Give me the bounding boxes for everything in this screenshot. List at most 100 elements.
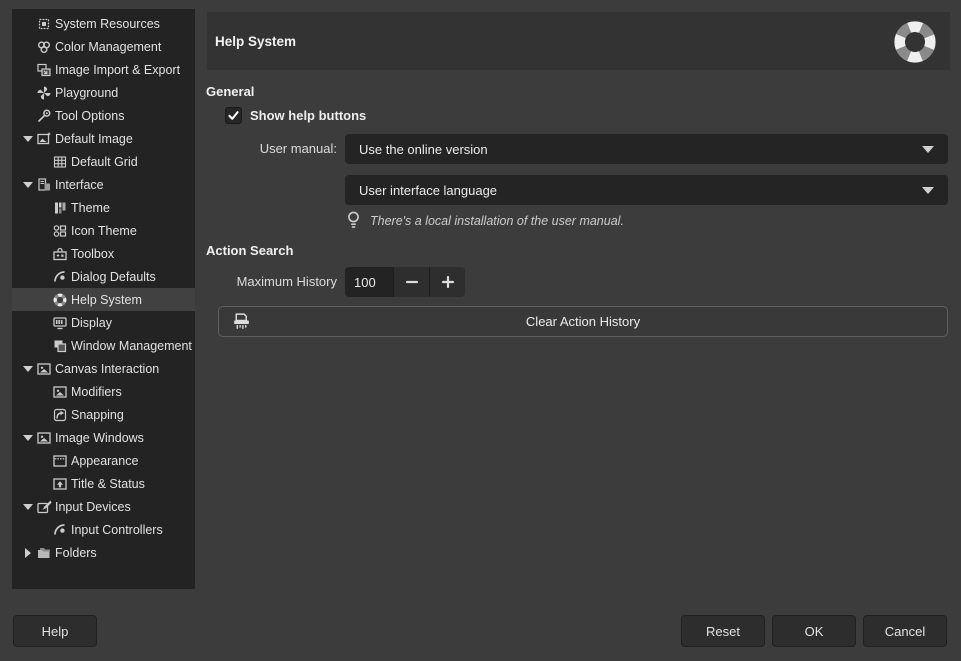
grid-icon bbox=[52, 154, 68, 170]
sidebar-item-label: Modifiers bbox=[71, 385, 122, 399]
minus-icon bbox=[405, 275, 419, 289]
increment-button[interactable] bbox=[429, 267, 465, 297]
playground-icon bbox=[36, 85, 52, 101]
sidebar-item-system-resources[interactable]: System Resources bbox=[12, 12, 195, 35]
plus-icon bbox=[441, 275, 455, 289]
default-image-icon bbox=[36, 131, 52, 147]
sidebar-item-label: Window Management bbox=[71, 339, 192, 353]
sidebar-item-label: Appearance bbox=[71, 454, 138, 468]
sidebar-item-label: Color Management bbox=[55, 40, 161, 54]
expander-open-icon[interactable] bbox=[23, 182, 33, 188]
dial-icon bbox=[52, 522, 68, 538]
expander-cell[interactable] bbox=[20, 366, 36, 372]
sidebar-item-image-windows[interactable]: Image Windows bbox=[12, 426, 195, 449]
expander-open-icon[interactable] bbox=[23, 366, 33, 372]
icon-theme-icon bbox=[52, 223, 68, 239]
sidebar-item-label: Snapping bbox=[71, 408, 124, 422]
expander-cell[interactable] bbox=[20, 435, 36, 441]
clear-action-history-label: Clear Action History bbox=[526, 314, 640, 329]
user-manual-dropdown-value: Use the online version bbox=[359, 142, 488, 157]
manual-language-dropdown-value: User interface language bbox=[359, 183, 497, 198]
title-status-icon bbox=[52, 476, 68, 492]
expander-closed-icon[interactable] bbox=[25, 548, 31, 558]
sidebar-item-modifiers[interactable]: Modifiers bbox=[12, 380, 195, 403]
sidebar-item-playground[interactable]: Playground bbox=[12, 81, 195, 104]
sidebar-item-toolbox[interactable]: Toolbox bbox=[12, 242, 195, 265]
sidebar-item-input-controllers[interactable]: Input Controllers bbox=[12, 518, 195, 541]
hint-text: There's a local installation of the user… bbox=[370, 214, 624, 228]
preferences-sidebar: System Resources Color Management Image Im… bbox=[12, 9, 195, 589]
help-button[interactable]: Help bbox=[13, 615, 97, 647]
user-manual-dropdown[interactable]: Use the online version bbox=[345, 134, 948, 164]
sidebar-item-folders[interactable]: Folders bbox=[12, 541, 195, 564]
tool-options-icon bbox=[36, 108, 52, 124]
expander-open-icon[interactable] bbox=[23, 435, 33, 441]
sidebar-item-canvas-interaction[interactable]: Canvas Interaction bbox=[12, 357, 195, 380]
expander-cell[interactable] bbox=[20, 548, 36, 558]
sidebar-item-input-devices[interactable]: Input Devices bbox=[12, 495, 195, 518]
sidebar-item-snapping[interactable]: Snapping bbox=[12, 403, 195, 426]
sidebar-item-label: Playground bbox=[55, 86, 118, 100]
page-header: Help System bbox=[207, 12, 950, 70]
decrement-button[interactable] bbox=[393, 267, 429, 297]
expander-open-icon[interactable] bbox=[23, 504, 33, 510]
expander-open-icon[interactable] bbox=[23, 136, 33, 142]
sidebar-item-icon-theme[interactable]: Icon Theme bbox=[12, 219, 195, 242]
manual-language-dropdown[interactable]: User interface language bbox=[345, 175, 948, 205]
expander-cell[interactable] bbox=[20, 504, 36, 510]
sidebar-item-label: Toolbox bbox=[71, 247, 114, 261]
max-history-size-input[interactable]: 100 bbox=[345, 267, 393, 297]
sidebar-item-title-status[interactable]: Title & Status bbox=[12, 472, 195, 495]
shredder-icon bbox=[231, 311, 252, 332]
sidebar-item-label: Image Windows bbox=[55, 431, 144, 445]
show-help-buttons-label: Show help buttons bbox=[250, 108, 366, 123]
sidebar-item-default-grid[interactable]: Default Grid bbox=[12, 150, 195, 173]
expander-cell[interactable] bbox=[20, 182, 36, 188]
appearance-icon bbox=[52, 453, 68, 469]
clear-action-history-button[interactable]: Clear Action History bbox=[218, 306, 948, 337]
ok-button[interactable]: OK bbox=[772, 615, 856, 647]
image-import-export-icon bbox=[36, 62, 52, 78]
expander-cell[interactable] bbox=[20, 136, 36, 142]
sidebar-item-label: Tool Options bbox=[55, 109, 124, 123]
canvas-icon bbox=[52, 384, 68, 400]
general-section-heading: General bbox=[206, 84, 254, 99]
sidebar-item-label: System Resources bbox=[55, 17, 160, 31]
sidebar-item-color-management[interactable]: Color Management bbox=[12, 35, 195, 58]
sidebar-item-window-management[interactable]: Window Management bbox=[12, 334, 195, 357]
reset-button[interactable]: Reset bbox=[681, 615, 765, 647]
ok-button-label: OK bbox=[805, 624, 824, 639]
sidebar-item-label: Display bbox=[71, 316, 112, 330]
cancel-button-label: Cancel bbox=[885, 624, 925, 639]
chevron-down-icon bbox=[922, 187, 934, 194]
chevron-down-icon bbox=[922, 146, 934, 153]
display-icon bbox=[52, 315, 68, 331]
sidebar-item-default-image[interactable]: Default Image bbox=[12, 127, 195, 150]
input-devices-icon bbox=[36, 499, 52, 515]
sidebar-item-label: Input Controllers bbox=[71, 523, 163, 537]
sidebar-item-display[interactable]: Display bbox=[12, 311, 195, 334]
sidebar-item-image-import-export[interactable]: Image Import & Export bbox=[12, 58, 195, 81]
snapping-icon bbox=[52, 407, 68, 423]
system-resources-icon bbox=[36, 16, 52, 32]
sidebar-item-label: Default Image bbox=[55, 132, 133, 146]
user-manual-label: User manual: bbox=[207, 134, 337, 164]
sidebar-item-interface[interactable]: Interface bbox=[12, 173, 195, 196]
cancel-button[interactable]: Cancel bbox=[863, 615, 947, 647]
show-help-buttons-checkbox[interactable] bbox=[225, 107, 242, 124]
folders-icon bbox=[36, 545, 52, 561]
sidebar-item-label: Input Devices bbox=[55, 500, 131, 514]
sidebar-item-theme[interactable]: Theme bbox=[12, 196, 195, 219]
lightbulb-icon bbox=[346, 210, 361, 231]
help-button-label: Help bbox=[42, 624, 69, 639]
sidebar-item-appearance[interactable]: Appearance bbox=[12, 449, 195, 472]
max-history-size-spinner: 100 bbox=[345, 267, 465, 297]
sidebar-item-label: Title & Status bbox=[71, 477, 145, 491]
sidebar-item-tool-options[interactable]: Tool Options bbox=[12, 104, 195, 127]
sidebar-item-label: Default Grid bbox=[71, 155, 138, 169]
canvas-icon bbox=[36, 361, 52, 377]
toolbox-icon bbox=[52, 246, 68, 262]
sidebar-item-label: Dialog Defaults bbox=[71, 270, 156, 284]
sidebar-item-help-system[interactable]: Help System bbox=[12, 288, 195, 311]
sidebar-item-dialog-defaults[interactable]: Dialog Defaults bbox=[12, 265, 195, 288]
